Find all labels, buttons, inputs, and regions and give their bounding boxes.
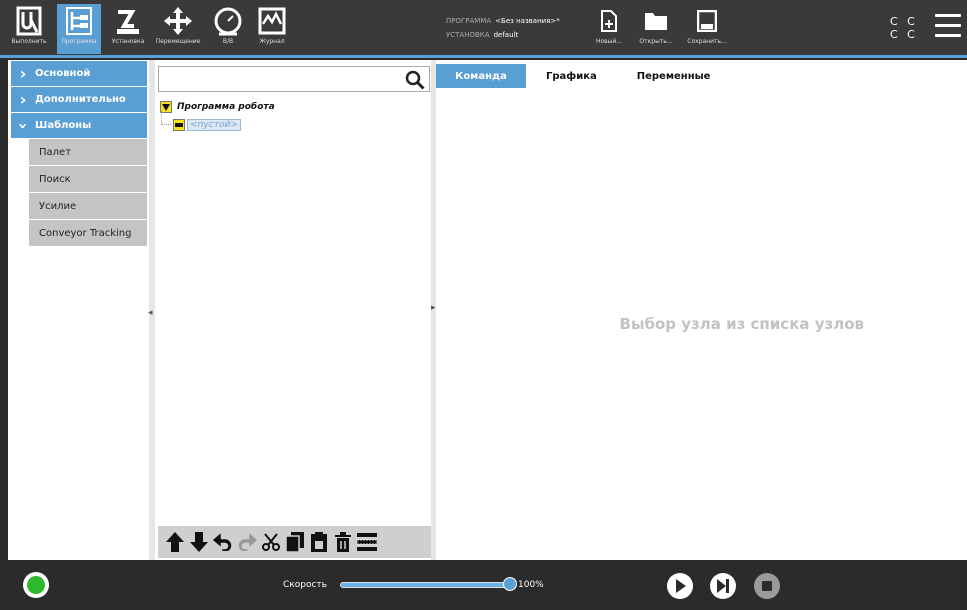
top-header-bar: Выполнить Программа Установка Перемещени… [0,0,967,58]
collapse-handle-icon[interactable]: ◂ [148,308,153,318]
sidebar-category-templates[interactable]: › Шаблоны [11,113,147,139]
sidebar-category-label: Основной [35,68,91,79]
installation-caption: УСТАНОВКА [446,31,490,39]
open-file-label: Открыть... [639,38,673,45]
play-icon[interactable] [667,573,693,599]
sidebar-item-conveyor-tracking[interactable]: Conveyor Tracking [29,220,147,247]
save-disk-icon [696,9,718,33]
program-name: <Без названия>* [495,17,560,25]
copy-icon[interactable] [284,531,305,553]
program-caption: ПРОГРАММА [446,17,492,25]
empty-node-label: <пустой> [187,119,241,131]
program-info: ПРОГРАММА <Без названия>* УСТАНОВКА defaul… [446,14,560,42]
move-tab[interactable]: Перемещение [152,4,204,54]
sidebar-category-label: Дополнительно [35,94,126,105]
move-tab-label: Перемещение [155,38,201,45]
cut-icon[interactable] [260,531,281,553]
program-tree-icon [57,4,101,38]
tree-connector [161,111,171,125]
chevron-down-icon: › [14,122,33,129]
installation-tab[interactable]: Установка [104,4,152,54]
program-tree-panel: Программа робота <пустой> [155,60,438,560]
tree-root-label: Программа робота [177,102,275,112]
paste-icon[interactable] [308,531,329,553]
move-arrows-icon [152,4,204,38]
sidebar-item-search[interactable]: Поиск [29,166,147,193]
search-input[interactable] [158,66,430,92]
select-node-message: Выбор узла из списка узлов [619,315,864,333]
tree-toolbar [158,526,438,558]
io-tab[interactable]: В/В [208,4,248,54]
installation-tab-label: Установка [111,38,145,45]
open-file-button[interactable]: Открыть... [638,10,674,45]
redo-icon[interactable] [236,531,257,553]
run-tab[interactable]: Выполнить [4,4,54,54]
command-panel: Команда Графика Переменные Выбор узла из… [436,60,967,560]
delete-icon[interactable] [332,531,353,553]
status-cc-line: C C [890,15,918,28]
status-cc: C C C C [890,15,918,41]
tab-command[interactable]: Команда [436,64,526,88]
new-file-icon [601,10,617,32]
step-icon[interactable] [710,573,736,599]
sidebar-category-advanced[interactable]: › Дополнительно [11,87,147,113]
tree-node-empty[interactable]: <пустой> [161,111,241,131]
new-file-label: Новый... [595,38,623,45]
hamburger-menu-icon[interactable] [935,14,961,38]
search-icon[interactable] [405,70,425,90]
program-tab-label: Программа [61,38,97,45]
suppress-icon[interactable] [356,531,377,553]
move-down-icon[interactable] [188,531,209,553]
sidebar: › Основной › Дополнительно › Шаблоны Пал… [11,61,147,558]
new-file-button[interactable]: Новый... [592,10,626,45]
robot-arm-icon [104,4,152,38]
sidebar-category-basic[interactable]: › Основной [11,61,147,87]
speed-label: Скорость [283,580,327,590]
speed-value: 100% [518,580,544,590]
log-tab-label: Журнал [259,38,285,45]
open-folder-icon [645,13,667,30]
program-tab[interactable]: Программа [57,4,101,54]
sidebar-category-label: Шаблоны [35,120,92,131]
status-cc-line: C C [890,28,918,41]
speed-slider[interactable] [340,582,510,588]
tab-variables[interactable]: Переменные [613,64,727,88]
undo-icon[interactable] [212,531,233,553]
sidebar-item-force[interactable]: Усилие [29,193,147,220]
ur-logo-icon [4,4,54,38]
save-file-label: Сохранить... [687,38,727,45]
chevron-right-icon: › [19,89,27,109]
empty-node-icon [173,119,185,131]
power-icon[interactable] [23,572,49,598]
command-tabs: Команда Графика Переменные [436,64,967,88]
stop-icon[interactable] [754,573,780,599]
io-tab-label: В/В [222,38,234,45]
move-up-icon[interactable] [164,531,185,553]
run-tab-label: Выполнить [11,38,47,45]
bottom-control-bar: Скорость 100% [0,562,967,610]
tree-node-robot-program[interactable]: Программа робота [160,101,275,113]
io-gauge-icon [208,4,248,38]
installation-name: default [493,31,519,39]
speed-slider-handle[interactable] [503,577,517,591]
tab-graphics[interactable]: Графика [526,64,613,88]
log-chart-icon [254,4,290,38]
collapse-handle-icon[interactable]: ▸ [431,303,436,313]
chevron-right-icon: › [19,63,27,83]
main-area: › Основной › Дополнительно › Шаблоны Пал… [8,60,967,560]
save-file-button[interactable]: Сохранить... [684,9,730,45]
log-tab[interactable]: Журнал [254,4,290,54]
sidebar-item-pallet[interactable]: Палет [29,139,147,166]
header-accent-line [0,55,967,58]
